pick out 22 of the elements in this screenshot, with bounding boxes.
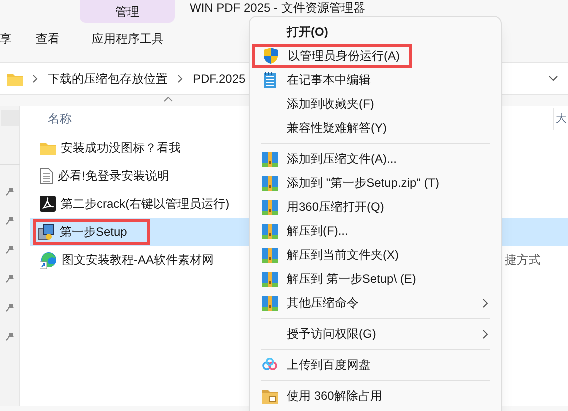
menu-label: 用360压缩打开(Q) bbox=[287, 199, 384, 216]
menu-label: 解压到 第一步Setup\ (E) bbox=[287, 271, 416, 288]
menu-label: 兼容性疑难解答(Y) bbox=[287, 120, 387, 137]
file-name: 第一步Setup bbox=[60, 224, 128, 241]
menu-label: 添加到收藏夹(F) bbox=[287, 96, 374, 113]
menu-label: 打开(O) bbox=[287, 24, 328, 41]
menu-label: 授予访问权限(G) bbox=[287, 326, 376, 343]
file-type: 捷方式 bbox=[505, 252, 541, 269]
menu-label: 其他压缩命令 bbox=[287, 295, 359, 312]
menu-label: 上传到百度网盘 bbox=[287, 357, 371, 374]
menu-label: 解压到(F)... bbox=[287, 223, 348, 240]
menu-label: 添加到压缩文件(A)... bbox=[287, 151, 397, 168]
window-title: WIN PDF 2025 - 文件资源管理器 bbox=[190, 2, 366, 15]
menu-label: 使用 360解除占用 bbox=[287, 388, 382, 405]
file-name: 图文安装教程-AA软件素材网 bbox=[62, 252, 214, 269]
menu-label: 添加到 "第一步Setup.zip" (T) bbox=[287, 175, 440, 192]
file-name: 第二步crack(右键以管理员运行) bbox=[61, 196, 230, 213]
menu-label: 解压到当前文件夹(X) bbox=[287, 247, 399, 264]
file-name: 必看!免登录安装说明 bbox=[58, 168, 170, 185]
menu-label: 以管理员身份运行(A) bbox=[288, 48, 400, 65]
menu-label: 在记事本中编辑 bbox=[287, 72, 371, 89]
file-name: 安装成功没图标？看我 bbox=[61, 140, 181, 157]
